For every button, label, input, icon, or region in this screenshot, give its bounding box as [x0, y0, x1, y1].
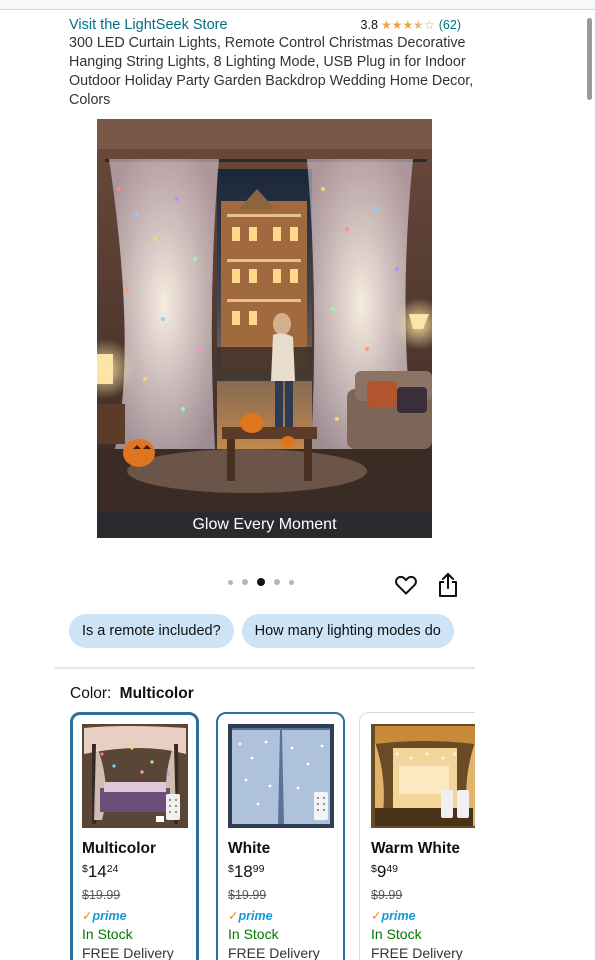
- price-cents: 99: [252, 863, 265, 875]
- question-chip-remote[interactable]: Is a remote included?: [69, 614, 234, 648]
- swatch-thumbnail-multicolor: [82, 724, 188, 828]
- swatch-card-warm-white[interactable]: Warm White $9 49 $9.99 ✓prime In Stock FR…: [359, 712, 475, 960]
- store-link[interactable]: Visit the LightSeek Store: [69, 17, 228, 33]
- prime-badge: ✓prime: [82, 908, 188, 923]
- swatch-price: $9 49: [371, 862, 475, 882]
- heart-icon: [395, 575, 417, 595]
- color-selector-label: Color: Multicolor: [70, 685, 194, 703]
- product-title: 300 LED Curtain Lights, Remote Control C…: [69, 35, 474, 108]
- price-cents: 49: [386, 863, 398, 875]
- product-image[interactable]: Glow Every Moment: [97, 119, 432, 538]
- rating-value: 3.8: [360, 18, 378, 32]
- swatch-stock: In Stock: [371, 926, 422, 942]
- share-button[interactable]: [436, 572, 460, 598]
- color-swatches: Multicolor $14 24 $19.99 ✓prime In Stock …: [70, 712, 475, 960]
- prime-badge: ✓prime: [371, 908, 475, 923]
- room-scene-image: [97, 119, 432, 511]
- star-icon: ★: [402, 18, 414, 32]
- carousel-dot[interactable]: [274, 579, 280, 585]
- star-icon: ★: [391, 18, 403, 32]
- store-rating-row: Visit the LightSeek Store 3.8 ★ ★ ★ ★ ☆ …: [69, 16, 461, 34]
- color-label: Color:: [70, 685, 112, 702]
- swatch-name: Multicolor: [82, 840, 157, 857]
- image-carousel-dots[interactable]: [228, 578, 294, 586]
- prime-label: prime: [92, 909, 127, 923]
- selected-color: Multicolor: [119, 685, 194, 702]
- swatch-price: $18 99: [228, 862, 334, 882]
- check-icon: ✓: [82, 909, 93, 923]
- swatch-delivery: FREE Delivery: [82, 945, 174, 960]
- swatch-list-price: $9.99: [371, 888, 403, 902]
- swatch-stock: In Stock: [82, 926, 133, 942]
- wishlist-button[interactable]: [394, 573, 418, 597]
- swatch-stock: In Stock: [228, 926, 279, 942]
- image-caption: Glow Every Moment: [97, 511, 432, 538]
- price-cents: 24: [106, 863, 119, 875]
- rating[interactable]: 3.8 ★ ★ ★ ★ ☆ (62): [361, 18, 461, 32]
- share-icon: [439, 573, 457, 597]
- swatch-card-white[interactable]: White $18 99 $19.99 ✓prime In Stock FREE …: [216, 712, 345, 960]
- swatch-name: White: [228, 840, 271, 857]
- carousel-dot[interactable]: [228, 579, 233, 585]
- prime-label: prime: [381, 909, 416, 923]
- swatch-price: $14 24: [82, 862, 188, 882]
- check-icon: ✓: [228, 909, 239, 923]
- price-dollars: 18: [233, 862, 253, 881]
- price-dollars: 9: [376, 862, 387, 881]
- swatch-name: Warm White: [371, 840, 460, 857]
- star-icon: ★: [380, 18, 392, 32]
- star-empty-icon: ☆: [424, 18, 435, 32]
- prime-label: prime: [238, 909, 273, 923]
- swatch-delivery: FREE Delivery: [371, 945, 463, 960]
- swatch-list-price: $19.99: [228, 888, 267, 902]
- swatch-list-price: $19.99: [82, 888, 121, 902]
- carousel-dot[interactable]: [242, 579, 248, 585]
- review-count[interactable]: (62): [439, 18, 461, 32]
- swatch-card-multicolor[interactable]: Multicolor $14 24 $19.99 ✓prime In Stock …: [70, 712, 199, 960]
- carousel-dot[interactable]: [289, 579, 294, 585]
- question-chip-lighting-modes[interactable]: How many lighting modes do: [241, 614, 454, 648]
- prime-badge: ✓prime: [228, 908, 334, 923]
- price-dollars: 14: [87, 862, 107, 881]
- section-divider: [55, 667, 475, 669]
- check-icon: ✓: [371, 909, 382, 923]
- star-half-icon: ★: [413, 18, 424, 32]
- question-chips: Is a remote included? How many lighting m…: [69, 614, 475, 648]
- swatch-thumbnail-white: [228, 724, 334, 828]
- star-rating: ★ ★ ★ ★ ☆: [381, 19, 435, 31]
- scrollbar[interactable]: [587, 18, 592, 100]
- browser-top-bar: [0, 0, 595, 10]
- swatch-delivery: FREE Delivery: [228, 945, 320, 960]
- carousel-dot-active[interactable]: [257, 578, 265, 586]
- swatch-thumbnail-warm-white: [371, 724, 475, 828]
